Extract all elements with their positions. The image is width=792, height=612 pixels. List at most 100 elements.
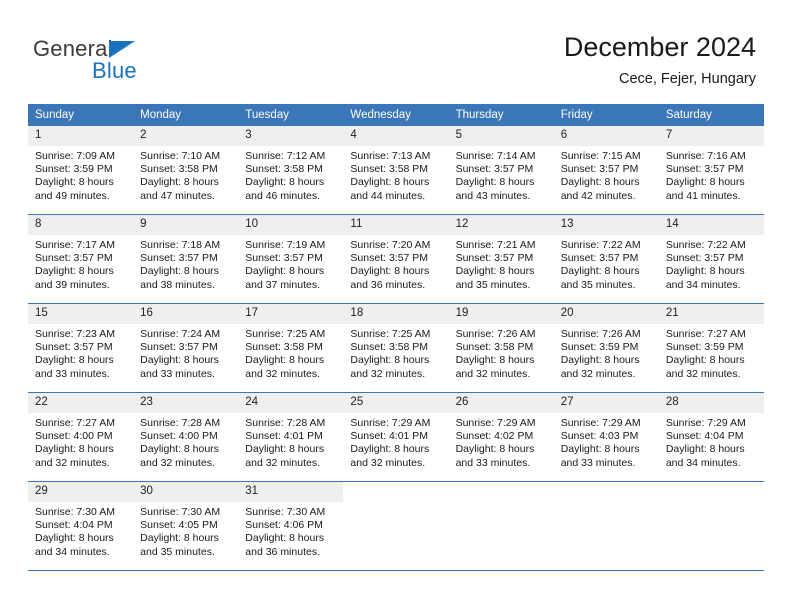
sunrise-text: Sunrise: 7:29 AM — [665, 417, 746, 429]
day-cell[interactable]: 4 Sunrise: 7:13 AM Sunset: 3:58 PM Dayli… — [343, 125, 449, 215]
daylight-text-line2: and 43 minutes. — [455, 189, 531, 202]
sunrise-text: Sunrise: 7:09 AM — [35, 150, 115, 162]
day-number: 7 — [658, 126, 764, 146]
weekday-header-thursday: Thursday — [448, 104, 554, 126]
day-cell[interactable]: 20 Sunrise: 7:26 AM Sunset: 3:59 PM Dayl… — [553, 303, 659, 393]
day-cell[interactable]: 2 Sunrise: 7:10 AM Sunset: 3:58 PM Dayli… — [133, 125, 239, 215]
day-cell[interactable]: 25 Sunrise: 7:29 AM Sunset: 4:01 PM Dayl… — [343, 392, 449, 482]
daylight-text-line1: Daylight: 8 hours — [35, 265, 114, 278]
day-number: 5 — [448, 126, 554, 146]
day-number — [448, 482, 554, 502]
day-cell[interactable]: 5 Sunrise: 7:14 AM Sunset: 3:57 PM Dayli… — [448, 125, 554, 215]
daylight-text-line1: Daylight: 8 hours — [350, 443, 430, 456]
day-cell[interactable]: 30 Sunrise: 7:30 AM Sunset: 4:05 PM Dayl… — [133, 481, 239, 571]
page-header: General Blue December 2024 Cece, Fejer, … — [0, 0, 792, 100]
day-cell[interactable]: 22 Sunrise: 7:27 AM Sunset: 4:00 PM Dayl… — [28, 392, 134, 482]
day-info: Sunrise: 7:12 AM Sunset: 3:58 PM Dayligh… — [238, 146, 343, 203]
calendar-header-row: Sunday Monday Tuesday Wednesday Thursday… — [28, 104, 764, 126]
sunset-text: Sunset: 4:00 PM — [35, 430, 113, 443]
sunset-text: Sunset: 4:04 PM — [35, 519, 113, 532]
sunrise-text: Sunrise: 7:14 AM — [455, 150, 536, 162]
daylight-text-line1: Daylight: 8 hours — [35, 532, 114, 545]
daylight-text-line1: Daylight: 8 hours — [455, 265, 535, 278]
daylight-text-line2: and 42 minutes. — [560, 189, 636, 202]
day-number: 28 — [658, 393, 764, 413]
daylight-text-line2: and 32 minutes. — [560, 367, 636, 380]
day-info: Sunrise: 7:23 AM Sunset: 3:57 PM Dayligh… — [28, 324, 133, 381]
sunset-text: Sunset: 3:58 PM — [350, 163, 429, 176]
daylight-text-line1: Daylight: 8 hours — [560, 354, 640, 367]
sunset-text: Sunset: 4:01 PM — [350, 430, 429, 443]
daylight-text-line2: and 35 minutes. — [560, 278, 636, 291]
day-cell[interactable]: 13 Sunrise: 7:22 AM Sunset: 3:57 PM Dayl… — [553, 214, 659, 304]
day-cell[interactable]: 11 Sunrise: 7:20 AM Sunset: 3:57 PM Dayl… — [343, 214, 449, 304]
day-cell[interactable]: 23 Sunrise: 7:28 AM Sunset: 4:00 PM Dayl… — [133, 392, 239, 482]
day-info: Sunrise: 7:09 AM Sunset: 3:59 PM Dayligh… — [28, 146, 133, 203]
sunset-text: Sunset: 3:57 PM — [455, 163, 534, 176]
sunset-text: Sunset: 3:57 PM — [455, 252, 534, 265]
day-cell[interactable]: 12 Sunrise: 7:21 AM Sunset: 3:57 PM Dayl… — [448, 214, 554, 304]
day-cell[interactable]: 21 Sunrise: 7:27 AM Sunset: 3:59 PM Dayl… — [658, 303, 764, 393]
day-cell[interactable]: 31 Sunrise: 7:30 AM Sunset: 4:06 PM Dayl… — [238, 481, 344, 571]
weekday-header-saturday: Saturday — [658, 104, 764, 126]
sunset-text: Sunset: 3:58 PM — [245, 341, 323, 354]
daylight-text-line1: Daylight: 8 hours — [35, 354, 114, 367]
day-cell[interactable]: 19 Sunrise: 7:26 AM Sunset: 3:58 PM Dayl… — [448, 303, 554, 393]
day-number: 9 — [133, 215, 239, 235]
day-cell[interactable]: 26 Sunrise: 7:29 AM Sunset: 4:02 PM Dayl… — [448, 392, 554, 482]
day-cell[interactable]: 27 Sunrise: 7:29 AM Sunset: 4:03 PM Dayl… — [553, 392, 659, 482]
daylight-text-line1: Daylight: 8 hours — [665, 176, 745, 189]
day-info: Sunrise: 7:27 AM Sunset: 4:00 PM Dayligh… — [28, 413, 133, 470]
day-info: Sunrise: 7:25 AM Sunset: 3:58 PM Dayligh… — [343, 324, 448, 381]
day-cell[interactable]: 3 Sunrise: 7:12 AM Sunset: 3:58 PM Dayli… — [238, 125, 344, 215]
sunrise-text: Sunrise: 7:16 AM — [665, 150, 746, 162]
day-cell[interactable]: 8 Sunrise: 7:17 AM Sunset: 3:57 PM Dayli… — [28, 214, 134, 304]
sunset-text: Sunset: 4:03 PM — [560, 430, 639, 443]
calendar-week-row: 29 Sunrise: 7:30 AM Sunset: 4:04 PM Dayl… — [28, 481, 764, 571]
day-cell[interactable]: 1 Sunrise: 7:09 AM Sunset: 3:59 PM Dayli… — [28, 125, 134, 215]
day-cell[interactable]: 16 Sunrise: 7:24 AM Sunset: 3:57 PM Dayl… — [133, 303, 239, 393]
day-info: Sunrise: 7:29 AM Sunset: 4:04 PM Dayligh… — [659, 413, 764, 470]
day-cell[interactable]: 24 Sunrise: 7:28 AM Sunset: 4:01 PM Dayl… — [238, 392, 344, 482]
sunrise-text: Sunrise: 7:17 AM — [35, 239, 115, 251]
sunrise-text: Sunrise: 7:26 AM — [455, 328, 536, 340]
daylight-text-line2: and 32 minutes. — [245, 367, 320, 380]
sunrise-text: Sunrise: 7:29 AM — [560, 417, 641, 429]
day-cell[interactable]: 9 Sunrise: 7:18 AM Sunset: 3:57 PM Dayli… — [133, 214, 239, 304]
daylight-text-line2: and 32 minutes. — [455, 367, 531, 380]
sunset-text: Sunset: 3:59 PM — [35, 163, 113, 176]
general-blue-logo[interactable]: General Blue — [33, 36, 223, 88]
sunrise-text: Sunrise: 7:30 AM — [35, 506, 115, 518]
day-info: Sunrise: 7:26 AM Sunset: 3:59 PM Dayligh… — [554, 324, 659, 381]
calendar-body: 1 Sunrise: 7:09 AM Sunset: 3:59 PM Dayli… — [28, 125, 764, 571]
day-cell[interactable]: 15 Sunrise: 7:23 AM Sunset: 3:57 PM Dayl… — [28, 303, 134, 393]
day-number: 27 — [553, 393, 659, 413]
day-cell[interactable]: 29 Sunrise: 7:30 AM Sunset: 4:04 PM Dayl… — [28, 481, 134, 571]
sunset-text: Sunset: 4:05 PM — [140, 519, 218, 532]
day-cell[interactable]: 7 Sunrise: 7:16 AM Sunset: 3:57 PM Dayli… — [658, 125, 764, 215]
sunrise-text: Sunrise: 7:19 AM — [245, 239, 326, 251]
daylight-text-line2: and 32 minutes. — [350, 456, 426, 469]
day-cell[interactable]: 14 Sunrise: 7:22 AM Sunset: 3:57 PM Dayl… — [658, 214, 764, 304]
day-number: 8 — [28, 215, 134, 235]
day-info: Sunrise: 7:13 AM Sunset: 3:58 PM Dayligh… — [343, 146, 448, 203]
calendar-week-row: 15 Sunrise: 7:23 AM Sunset: 3:57 PM Dayl… — [28, 303, 764, 393]
daylight-text-line2: and 38 minutes. — [140, 278, 215, 291]
sunrise-text: Sunrise: 7:24 AM — [140, 328, 221, 340]
day-info: Sunrise: 7:22 AM Sunset: 3:57 PM Dayligh… — [554, 235, 659, 292]
day-number — [553, 482, 659, 502]
day-cell[interactable]: 17 Sunrise: 7:25 AM Sunset: 3:58 PM Dayl… — [238, 303, 344, 393]
day-cell[interactable]: 28 Sunrise: 7:29 AM Sunset: 4:04 PM Dayl… — [658, 392, 764, 482]
sunrise-text: Sunrise: 7:28 AM — [245, 417, 326, 429]
title-block: December 2024 Cece, Fejer, Hungary — [564, 30, 756, 90]
day-info: Sunrise: 7:28 AM Sunset: 4:00 PM Dayligh… — [133, 413, 238, 470]
day-cell[interactable]: 6 Sunrise: 7:15 AM Sunset: 3:57 PM Dayli… — [553, 125, 659, 215]
daylight-text-line2: and 41 minutes. — [665, 189, 741, 202]
daylight-text-line1: Daylight: 8 hours — [455, 443, 535, 456]
day-number: 18 — [343, 304, 449, 324]
day-cell[interactable]: 10 Sunrise: 7:19 AM Sunset: 3:57 PM Dayl… — [238, 214, 344, 304]
day-cell[interactable]: 18 Sunrise: 7:25 AM Sunset: 3:58 PM Dayl… — [343, 303, 449, 393]
daylight-text-line2: and 32 minutes. — [35, 456, 110, 469]
day-info: Sunrise: 7:20 AM Sunset: 3:57 PM Dayligh… — [343, 235, 448, 292]
day-number: 23 — [133, 393, 239, 413]
